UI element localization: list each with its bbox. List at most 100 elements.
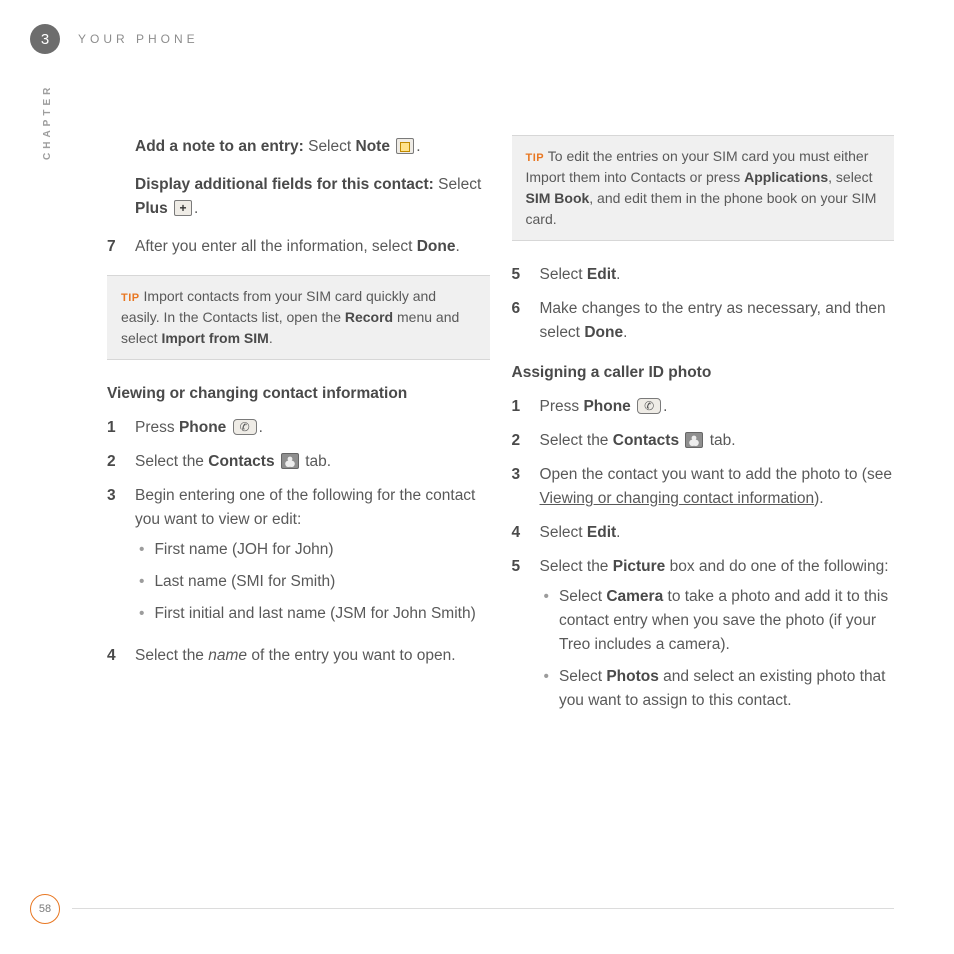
bullet-dot-icon: • [544,585,549,657]
bullet-text-a: Select [559,668,606,685]
record-word: Record [345,309,393,325]
step-text-a: Open the contact you want to add the pho… [540,466,892,483]
step-number: 1 [107,416,123,440]
phone-icon [637,398,661,414]
picture-word: Picture [613,558,666,575]
contacts-word: Contacts [613,432,679,449]
chapter-number-badge: 3 [30,24,60,54]
step-text-a: Select the [540,558,613,575]
step-text-b: box and do one of the following: [665,558,888,575]
step-number: 7 [107,235,123,259]
applications-word: Applications [744,169,828,185]
step-text: Select the [135,453,208,470]
edit-step-6: 6 Make changes to the entry as necessary… [540,297,895,345]
page-number-badge: 58 [30,894,60,924]
viewing-step-4: 4 Select the name of the entry you want … [135,644,490,668]
phone-word: Phone [583,398,630,415]
note-entry-text: Select [304,138,356,155]
done-word: Done [584,324,623,341]
viewing-step-1: 1 Press Phone . [135,416,490,440]
tip-text-b: , select [828,169,872,185]
step-number: 4 [512,521,528,545]
callerid-step-4: 4 Select Edit. [540,521,895,545]
bullet-dot-icon: • [139,602,144,626]
content-area: Add a note to an entry: Select Note . Di… [135,135,894,731]
photos-word: Photos [606,668,659,685]
bullet-dot-icon: • [139,570,144,594]
step-text-b: tab. [301,453,331,470]
contacts-word: Contacts [208,453,274,470]
step-text-a: Select the [135,647,208,664]
section-heading-caller-id: Assigning a caller ID photo [512,361,895,385]
display-fields-heading: Display additional fields for this conta… [135,176,434,193]
bullet-text-a: Select [559,588,606,605]
plus-icon [174,200,192,216]
bullet-text: Last name (SMI for Smith) [154,570,335,594]
step-text: Press [540,398,584,415]
note-entry-heading: Add a note to an entry: [135,138,304,155]
step-text: After you enter all the information, sel… [135,238,417,255]
step-number: 2 [512,429,528,453]
step-number: 6 [512,297,528,345]
note-word: Note [356,138,390,155]
step-text: Select [540,524,587,541]
tip-label: TIP [526,152,545,164]
edit-word: Edit [587,524,616,541]
step-text: Select the [540,432,613,449]
bullet-item: •Select Camera to take a photo and add i… [540,585,895,657]
tip-box-2: TIP To edit the entries on your SIM card… [512,135,895,241]
cross-ref-link[interactable]: Viewing or changing contact information [540,490,815,507]
chapter-side-label: CHAPTER [42,84,53,160]
edit-step-5: 5 Select Edit. [540,263,895,287]
step-7: 7 After you enter all the information, s… [135,235,490,259]
contacts-icon [685,432,703,448]
note-icon [396,138,414,154]
step-number: 2 [107,450,123,474]
bullet-dot-icon: • [544,665,549,713]
sim-book-word: SIM Book [526,190,590,206]
done-word: Done [417,238,456,255]
step-text-b: tab. [705,432,735,449]
bullet-item: • First initial and last name (JSM for Jo… [135,602,490,626]
plus-word: Plus [135,200,168,217]
step-number: 3 [107,484,123,634]
step-text: Press [135,419,179,436]
tip-label: TIP [121,292,140,304]
bullet-text: First initial and last name (JSM for Joh… [154,602,475,626]
right-column: TIP To edit the entries on your SIM card… [540,135,895,731]
bullet-item: •Select Photos and select an existing ph… [540,665,895,713]
step-text: Begin entering one of the following for … [135,487,475,528]
step-number: 4 [107,644,123,668]
left-column: Add a note to an entry: Select Note . Di… [135,135,490,731]
section-heading-viewing: Viewing or changing contact information [107,382,490,406]
phone-icon [233,419,257,435]
step-text-b: ). [814,490,823,507]
callerid-step-1: 1 Press Phone . [540,395,895,419]
phone-word: Phone [179,419,226,436]
page-header: 3 YOUR PHONE [30,24,199,54]
name-italic: name [208,647,247,664]
display-fields-text: Select [434,176,481,193]
viewing-step-2: 2 Select the Contacts tab. [135,450,490,474]
import-sim-word: Import from SIM [161,330,268,346]
bullet-item: • Last name (SMI for Smith) [135,570,490,594]
step-text-b: of the entry you want to open. [247,647,456,664]
viewing-step-3: 3 Begin entering one of the following fo… [135,484,490,634]
step-number: 3 [512,463,528,511]
bullet-text: First name (JOH for John) [154,538,333,562]
step-text: Select [540,266,587,283]
header-title: YOUR PHONE [78,32,199,46]
camera-word: Camera [606,588,663,605]
bullet-item: • First name (JOH for John) [135,538,490,562]
tip-box-1: TIP Import contacts from your SIM card q… [107,275,490,360]
footer-divider [72,908,894,909]
bullet-dot-icon: • [139,538,144,562]
contacts-icon [281,453,299,469]
step-number: 5 [512,555,528,721]
callerid-step-2: 2 Select the Contacts tab. [540,429,895,453]
callerid-step-5: 5 Select the Picture box and do one of t… [540,555,895,721]
callerid-step-3: 3 Open the contact you want to add the p… [540,463,895,511]
step-number: 1 [512,395,528,419]
step-number: 5 [512,263,528,287]
edit-word: Edit [587,266,616,283]
